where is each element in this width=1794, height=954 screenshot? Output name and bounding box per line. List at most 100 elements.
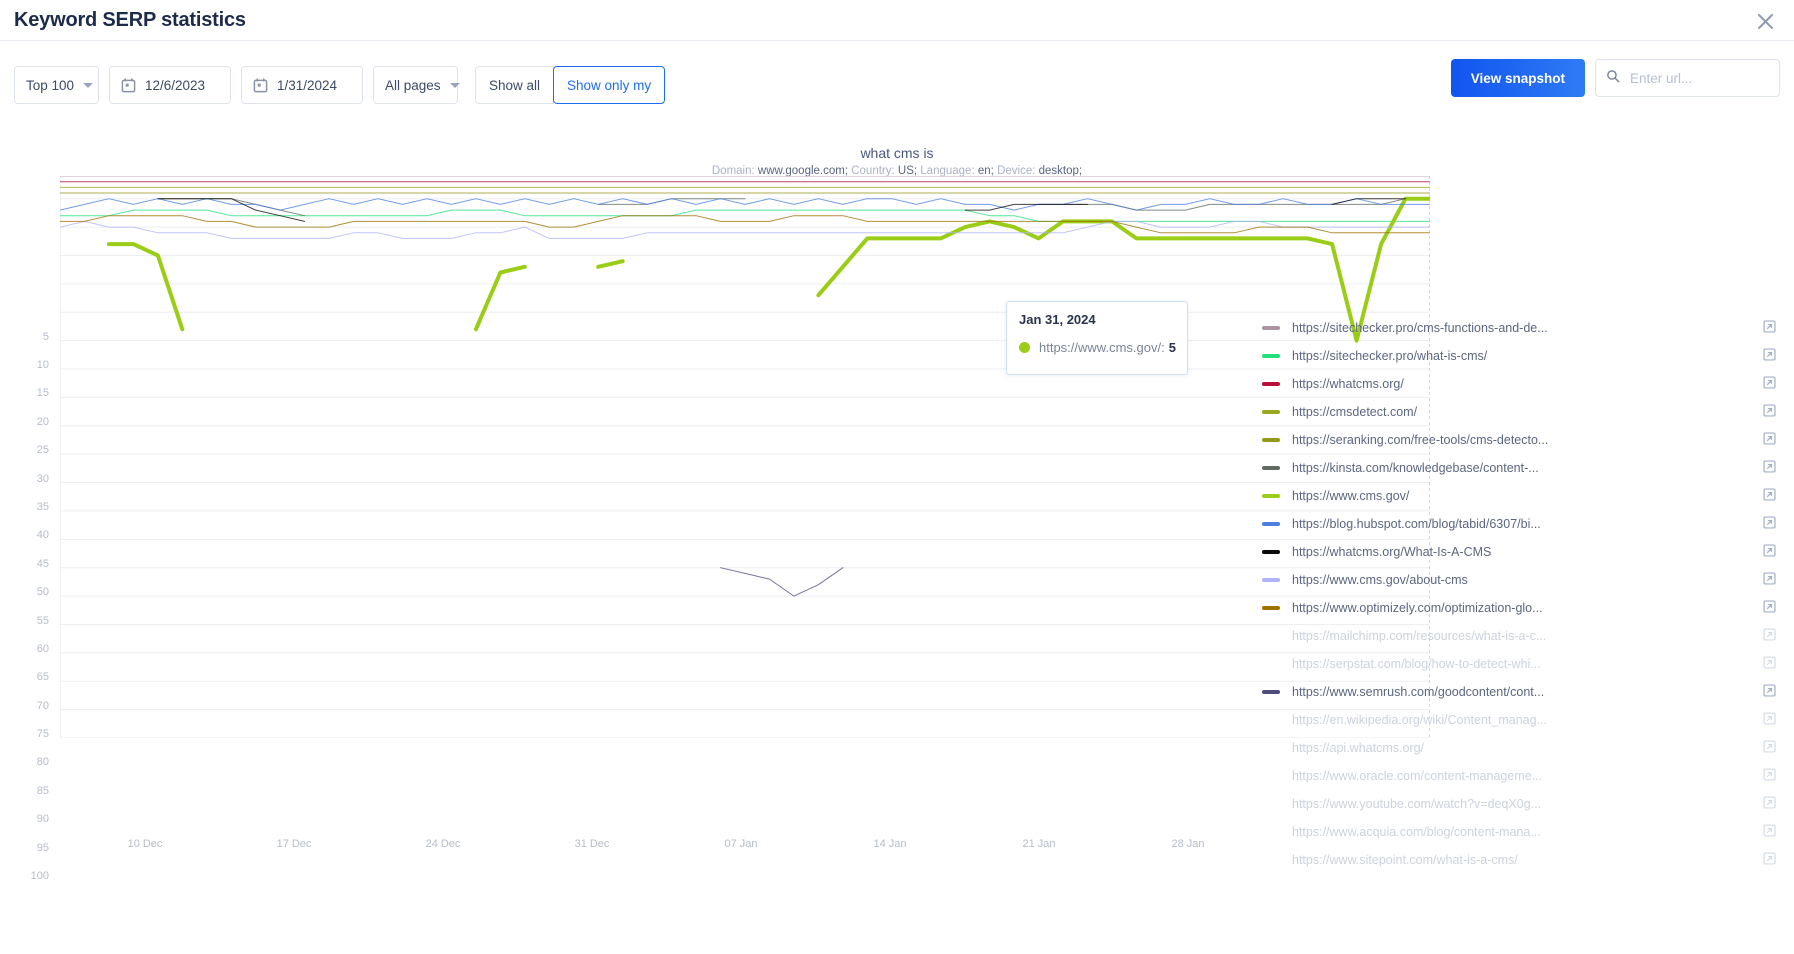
x-tick-label: 14 Jan xyxy=(873,838,907,850)
external-link-icon[interactable] xyxy=(1763,376,1776,392)
legend-item[interactable]: https://cmsdetect.com/ xyxy=(1260,398,1794,426)
toolbar-right-group: View snapshot xyxy=(1450,59,1780,97)
y-tick-label: 20 xyxy=(36,415,49,428)
legend-color-swatch xyxy=(1262,494,1280,498)
y-tick-label: 65 xyxy=(36,671,49,684)
y-tick-label: 75 xyxy=(36,728,49,741)
external-link-icon[interactable] xyxy=(1763,432,1776,448)
legend-item-label: https://www.youtube.com/watch?v=deqX0g..… xyxy=(1292,797,1542,811)
external-link-icon[interactable] xyxy=(1763,684,1776,700)
legend-color-swatch xyxy=(1262,746,1280,750)
legend-item[interactable]: https://kinsta.com/knowledgebase/content… xyxy=(1260,454,1794,482)
external-link-icon[interactable] xyxy=(1763,572,1776,588)
y-tick-label: 90 xyxy=(36,813,49,826)
chart-title: what cms is xyxy=(860,145,934,161)
external-link-icon[interactable] xyxy=(1763,712,1776,728)
y-tick-label: 10 xyxy=(36,359,49,372)
filters-toolbar: Top 100 12/6/2023 1/31/2024 All pages Sh… xyxy=(0,41,1794,111)
y-tick-label: 5 xyxy=(42,330,49,343)
y-tick-label: 30 xyxy=(36,472,49,485)
external-link-icon[interactable] xyxy=(1763,628,1776,644)
pages-select-label: All pages xyxy=(385,77,441,93)
view-snapshot-button[interactable]: View snapshot xyxy=(1450,59,1585,97)
legend-item-label: https://api.whatcms.org/ xyxy=(1292,741,1425,755)
pages-select[interactable]: All pages xyxy=(373,66,460,104)
plot-area xyxy=(60,176,1430,738)
chevron-down-icon xyxy=(83,82,94,88)
dialog-header: Keyword SERP statistics xyxy=(0,0,1794,41)
external-link-icon[interactable] xyxy=(1763,740,1776,756)
legend-item-label: https://sitechecker.pro/cms-functions-an… xyxy=(1292,321,1548,335)
external-link-icon[interactable] xyxy=(1763,544,1776,560)
y-axis: 5 10 15 20 25 30 35 40 45 50 55 60 65 70 75 80 85 90 95 100 xyxy=(0,314,60,882)
calendar-icon xyxy=(253,77,268,93)
show-all-button[interactable]: Show all xyxy=(475,66,555,104)
visibility-toggle-group: Show all Show only my xyxy=(475,66,666,104)
legend-item-label: https://www.cms.gov/ xyxy=(1292,489,1410,503)
legend-item[interactable]: https://mailchimp.com/resources/what-is-… xyxy=(1260,622,1794,650)
external-link-icon[interactable] xyxy=(1763,460,1776,476)
date-from-field[interactable]: 12/6/2023 xyxy=(109,66,231,104)
legend-item[interactable]: https://www.semrush.com/goodcontent/cont… xyxy=(1260,678,1794,706)
chart-legend: https://sitechecker.pro/cms-functions-an… xyxy=(1260,314,1794,954)
chevron-down-icon xyxy=(449,82,460,88)
legend-item[interactable]: https://en.wikipedia.org/wiki/Content_ma… xyxy=(1260,706,1794,734)
legend-item[interactable]: https://api.whatcms.org/ xyxy=(1260,734,1794,762)
url-search-field[interactable] xyxy=(1595,59,1780,97)
legend-item-label: https://www.oracle.com/content-manageme.… xyxy=(1292,769,1543,783)
legend-item-label: https://blog.hubspot.com/blog/tabid/6307… xyxy=(1292,517,1541,531)
close-icon[interactable] xyxy=(1752,8,1778,34)
legend-item[interactable]: https://blog.hubspot.com/blog/tabid/6307… xyxy=(1260,510,1794,538)
legend-item[interactable]: https://sitechecker.pro/what-is-cms/ xyxy=(1260,342,1794,370)
legend-item-label: https://www.sitepoint.com/what-is-a-cms/ xyxy=(1292,853,1518,867)
legend-item[interactable]: https://www.youtube.com/watch?v=deqX0g..… xyxy=(1260,790,1794,818)
top-results-select[interactable]: Top 100 xyxy=(14,66,99,104)
y-tick-label: 15 xyxy=(36,387,49,400)
legend-color-swatch xyxy=(1262,774,1280,778)
url-search-input[interactable] xyxy=(1628,69,1769,87)
legend-color-swatch xyxy=(1262,438,1280,442)
legend-item[interactable]: https://www.cms.gov/ xyxy=(1260,482,1794,510)
legend-color-swatch xyxy=(1262,690,1280,694)
external-link-icon[interactable] xyxy=(1763,516,1776,532)
legend-color-swatch xyxy=(1262,830,1280,834)
legend-color-swatch xyxy=(1262,662,1280,666)
external-link-icon[interactable] xyxy=(1763,656,1776,672)
legend-item-label: https://www.acquia.com/blog/content-mana… xyxy=(1292,825,1541,839)
legend-item[interactable]: https://serpstat.com/blog/how-to-detect-… xyxy=(1260,650,1794,678)
x-tick-label: 10 Dec xyxy=(127,838,163,850)
external-link-icon[interactable] xyxy=(1763,320,1776,336)
external-link-icon[interactable] xyxy=(1763,852,1776,868)
external-link-icon[interactable] xyxy=(1763,824,1776,840)
y-tick-label: 95 xyxy=(36,841,49,854)
y-tick-label: 80 xyxy=(36,756,49,769)
legend-color-swatch xyxy=(1262,522,1280,526)
y-tick-label: 25 xyxy=(36,444,49,457)
legend-item[interactable]: https://seranking.com/free-tools/cms-det… xyxy=(1260,426,1794,454)
date-to-field[interactable]: 1/31/2024 xyxy=(241,66,363,104)
legend-color-swatch xyxy=(1262,718,1280,722)
external-link-icon[interactable] xyxy=(1763,348,1776,364)
legend-item-label: https://www.cms.gov/about-cms xyxy=(1292,573,1468,587)
legend-item-label: https://www.semrush.com/goodcontent/cont… xyxy=(1292,685,1545,699)
x-tick-label: 24 Dec xyxy=(425,838,461,850)
external-link-icon[interactable] xyxy=(1763,404,1776,420)
page-title: Keyword SERP statistics xyxy=(14,8,246,31)
show-only-my-button[interactable]: Show only my xyxy=(553,66,666,104)
external-link-icon[interactable] xyxy=(1763,600,1776,616)
y-tick-label: 40 xyxy=(36,529,49,542)
legend-item[interactable]: https://www.oracle.com/content-manageme.… xyxy=(1260,762,1794,790)
legend-item[interactable]: https://www.acquia.com/blog/content-mana… xyxy=(1260,818,1794,846)
external-link-icon[interactable] xyxy=(1763,768,1776,784)
legend-item[interactable]: https://whatcms.org/ xyxy=(1260,370,1794,398)
legend-item[interactable]: https://www.cms.gov/about-cms xyxy=(1260,566,1794,594)
external-link-icon[interactable] xyxy=(1763,796,1776,812)
legend-item[interactable]: https://whatcms.org/What-Is-A-CMS xyxy=(1260,538,1794,566)
legend-item-label: https://www.optimizely.com/optimization-… xyxy=(1292,601,1543,615)
legend-item[interactable]: https://www.sitepoint.com/what-is-a-cms/ xyxy=(1260,846,1794,874)
legend-item[interactable]: https://www.optimizely.com/optimization-… xyxy=(1260,594,1794,622)
x-tick-label: 17 Dec xyxy=(276,838,312,850)
legend-item[interactable]: https://sitechecker.pro/cms-functions-an… xyxy=(1260,314,1794,342)
external-link-icon[interactable] xyxy=(1763,488,1776,504)
x-tick-label: 28 Jan xyxy=(1171,838,1205,850)
